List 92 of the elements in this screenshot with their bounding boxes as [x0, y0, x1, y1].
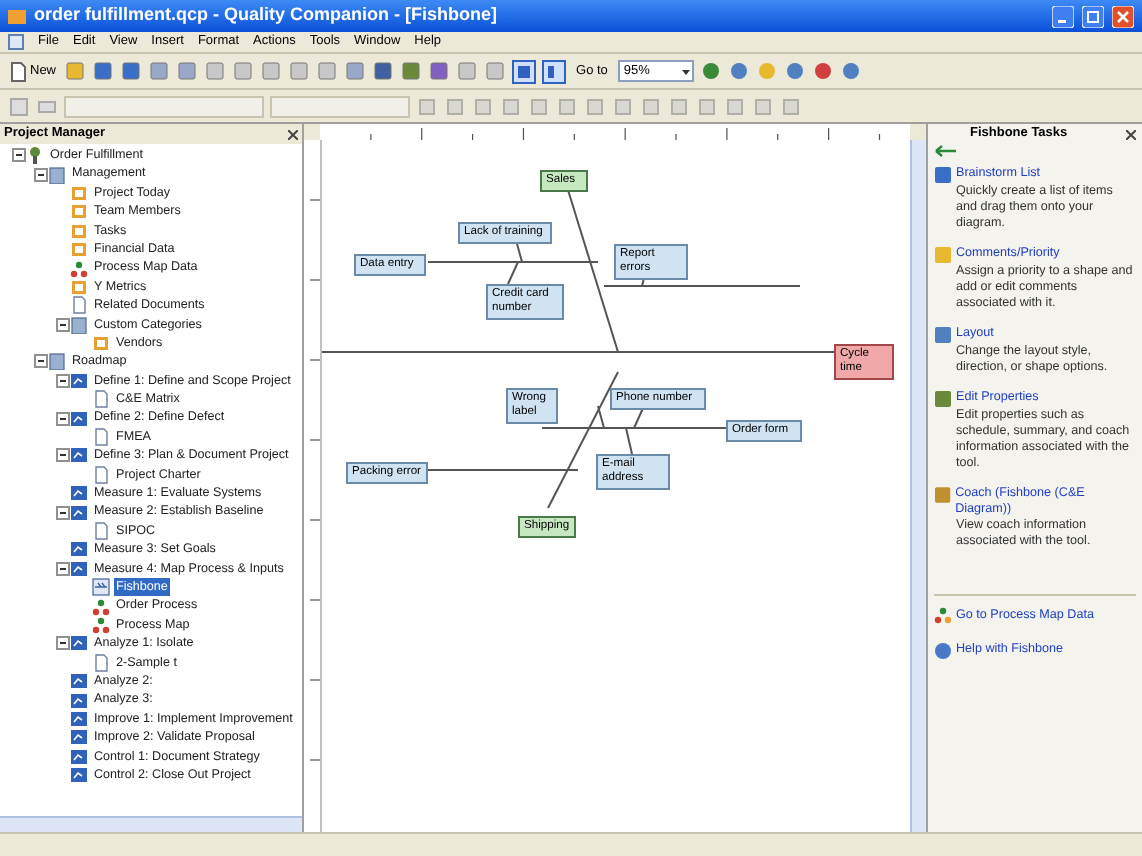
toolbar-icon[interactable]	[484, 60, 507, 82]
chart-icon	[70, 747, 88, 766]
collapse-icon[interactable]	[56, 317, 70, 332]
toolbar-icon[interactable]	[288, 60, 311, 82]
back-arrow-icon[interactable]	[934, 144, 958, 158]
collapse-icon[interactable]	[34, 354, 48, 369]
toolbar-icon[interactable]	[811, 60, 834, 82]
nodes-icon	[92, 615, 110, 634]
task-icon	[934, 486, 952, 504]
task-icon	[934, 246, 952, 264]
toolbar-icon[interactable]	[64, 60, 87, 82]
format-icon[interactable]	[472, 95, 494, 117]
page-icon[interactable]	[10, 61, 26, 81]
format-icon[interactable]	[556, 95, 578, 117]
collapse-icon[interactable]	[34, 167, 48, 182]
toolbar-icon[interactable]	[344, 60, 367, 82]
document-icon	[70, 296, 88, 315]
format-icon[interactable]	[584, 95, 606, 117]
chart-icon	[70, 371, 88, 390]
format-icon[interactable]	[416, 95, 438, 117]
toolbar-icon[interactable]	[727, 60, 750, 82]
collapse-icon[interactable]	[12, 148, 26, 163]
collapse-icon[interactable]	[56, 373, 70, 388]
format-icon[interactable]	[444, 95, 466, 117]
toolbar-icon[interactable]	[92, 60, 115, 82]
toolbar-icon[interactable]	[120, 60, 143, 82]
toolbar-icon[interactable]	[428, 60, 451, 82]
caret-icon	[679, 65, 692, 77]
page-icon	[92, 334, 110, 353]
format-icon[interactable]	[724, 95, 746, 117]
toolbar-icon[interactable]	[204, 60, 227, 82]
close-icon[interactable]	[1126, 129, 1136, 139]
toolbar-icon[interactable]	[839, 60, 862, 82]
view-toggle-icon[interactable]	[512, 59, 537, 83]
maximize-icon[interactable]	[1082, 5, 1104, 27]
toolbar-icon[interactable]	[232, 60, 255, 82]
task-icon	[934, 390, 952, 408]
format-icon[interactable]	[640, 95, 662, 117]
collapse-icon[interactable]	[56, 448, 70, 463]
document-icon[interactable]	[8, 34, 24, 50]
toolbar-icon[interactable]	[699, 60, 722, 82]
chart-icon	[70, 446, 88, 465]
tree-icon	[26, 146, 44, 165]
chart-icon	[70, 409, 88, 428]
toolbar-icon[interactable]	[148, 60, 171, 82]
toolbar-icon[interactable]	[456, 60, 479, 82]
document-icon	[92, 522, 110, 540]
folder-icon	[48, 165, 66, 184]
vertical-scrollbar[interactable]	[910, 140, 926, 832]
fishbone-icon	[92, 578, 110, 597]
toolbar-icon[interactable]	[260, 60, 283, 82]
toolbar-icon[interactable]	[783, 60, 806, 82]
help-icon	[934, 641, 952, 660]
collapse-icon[interactable]	[56, 561, 70, 576]
chart-icon	[70, 540, 88, 559]
chart-icon	[70, 766, 88, 785]
task-icon	[934, 326, 952, 344]
nodes-icon	[934, 606, 952, 625]
nodes-icon	[70, 259, 88, 278]
chart-icon	[70, 503, 88, 522]
chart-icon	[70, 634, 88, 653]
minimize-icon[interactable]	[1052, 5, 1074, 27]
chart-icon	[70, 728, 88, 747]
chart-icon	[70, 559, 88, 578]
window-title: order fulfillment.qcp - Quality Companion - [Fishbone]	[34, 2, 499, 29]
chart-icon	[70, 672, 88, 691]
nodes-icon	[92, 597, 110, 616]
format-icon[interactable]	[752, 95, 774, 117]
horizontal-scrollbar[interactable]	[0, 816, 302, 832]
close-icon[interactable]	[288, 129, 298, 139]
chart-icon	[70, 484, 88, 503]
collapse-icon[interactable]	[56, 505, 70, 520]
app-icon	[8, 7, 26, 25]
toolbar-icon[interactable]	[176, 60, 199, 82]
task-icon	[934, 166, 952, 184]
format-icon[interactable]	[696, 95, 718, 117]
collapse-icon[interactable]	[56, 636, 70, 651]
format-icon[interactable]	[780, 95, 802, 117]
document-icon	[92, 653, 110, 672]
view-toggle-icon[interactable]	[542, 59, 567, 83]
font-size-dropdown[interactable]	[270, 95, 410, 117]
style-dropdown[interactable]	[64, 95, 264, 117]
format-icon[interactable]	[668, 95, 690, 117]
toolbar-icon[interactable]	[400, 60, 423, 82]
chart-icon	[70, 691, 88, 710]
format-icon[interactable]	[528, 95, 550, 117]
format-icon[interactable]	[612, 95, 634, 117]
toolbar-icon[interactable]	[372, 60, 395, 82]
collapse-icon[interactable]	[56, 411, 70, 426]
toolbar-icon[interactable]	[316, 60, 339, 82]
chart-icon	[70, 709, 88, 728]
format-icon[interactable]	[500, 95, 522, 117]
